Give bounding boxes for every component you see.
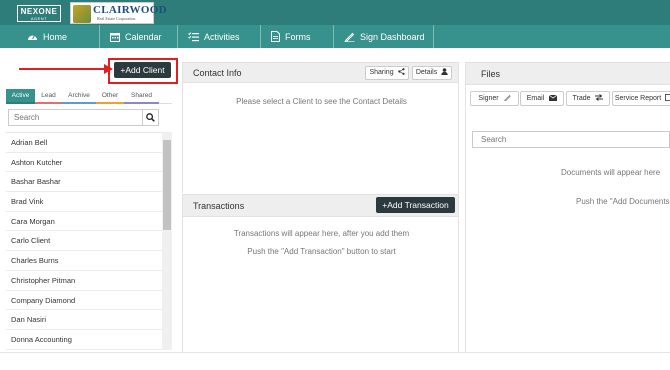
client-list-item[interactable]: Christopher Pitman xyxy=(6,271,162,291)
files-empty-line1: Documents will appear here xyxy=(561,168,661,177)
nav-calendar-label: Calendar xyxy=(125,31,162,42)
sharing-label: Sharing xyxy=(369,69,394,76)
files-search-box xyxy=(472,131,670,148)
client-list-item[interactable]: Dan Nasiri xyxy=(6,310,162,330)
signer-button[interactable]: Signer xyxy=(470,91,519,106)
tab-shared[interactable]: Shared xyxy=(124,89,159,104)
email-label: Email xyxy=(526,95,545,102)
email-button[interactable]: Email xyxy=(520,91,564,106)
contact-placeholder: Please select a Client to see the Contac… xyxy=(236,97,407,106)
transactions-body: Transactions will appear here, after you… xyxy=(182,217,459,352)
client-search-box xyxy=(8,109,159,126)
top-header: NEXONE AGENT CLAIRWOOD Real Estate Corpo… xyxy=(0,0,670,25)
nav-activities[interactable]: Activities xyxy=(178,25,261,48)
tab-other[interactable]: Other xyxy=(96,89,124,104)
transactions-title: Transactions xyxy=(193,201,245,211)
nav-activities-label: Activities xyxy=(204,31,240,42)
add-client-button[interactable]: +Add Client xyxy=(114,62,171,78)
client-search-button[interactable] xyxy=(142,109,159,126)
nav-sign-dashboard[interactable]: Sign Dashboard xyxy=(334,25,434,48)
trade-label: Trade xyxy=(572,95,591,102)
service-report-button[interactable]: Service Report xyxy=(612,91,670,106)
client-list-item[interactable]: Carlo Client xyxy=(6,231,162,252)
tab-lead[interactable]: Lead xyxy=(35,89,62,104)
client-tabs: Active Lead Archive Other Shared xyxy=(6,89,172,104)
exchange-icon xyxy=(595,94,604,101)
files-panel-border xyxy=(465,62,466,352)
nexone-logo-sub: AGENT xyxy=(30,16,48,21)
client-list-item[interactable]: Ashton Kutcher xyxy=(6,153,162,173)
client-list-item[interactable]: Brad Vink xyxy=(6,192,162,212)
nav-forms[interactable]: Forms xyxy=(261,25,334,48)
document-icon xyxy=(271,31,280,42)
brokerage-subtitle: Real Estate Corporation xyxy=(97,16,136,21)
tab-active[interactable]: Active xyxy=(6,89,35,104)
client-list-scrollbar[interactable] xyxy=(162,132,172,350)
nexone-logo-text: NEXONE xyxy=(20,7,58,16)
share-icon xyxy=(397,68,405,75)
files-toolbar: Signer Email Trade Service Report xyxy=(470,91,670,107)
callout-arrow xyxy=(19,68,111,70)
dashboard-icon xyxy=(28,35,37,40)
app-window: NEXONE AGENT CLAIRWOOD Real Estate Corpo… xyxy=(0,0,670,370)
pen-icon xyxy=(503,95,511,102)
client-list-item[interactable]: Company Diamond xyxy=(6,291,162,311)
details-button[interactable]: Details xyxy=(412,66,452,80)
client-list: Adrian Bell Ashton Kutcher Bashar Bashar… xyxy=(6,132,162,350)
transactions-empty-line2: Push the "Add Transaction" button to sta… xyxy=(247,247,396,256)
contact-info-title: Contact Info xyxy=(193,68,242,78)
add-transaction-button[interactable]: +Add Transaction xyxy=(376,197,455,213)
trade-button[interactable]: Trade xyxy=(566,91,610,106)
nav-home-label: Home xyxy=(43,31,68,42)
search-icon xyxy=(146,113,155,122)
signer-label: Signer xyxy=(478,95,499,102)
client-list-item[interactable]: Donna Accounting xyxy=(6,330,162,350)
contact-info-header: Contact Info Sharing Details xyxy=(182,62,459,83)
client-list-item[interactable]: Charles Burns xyxy=(6,251,162,271)
client-search-input[interactable] xyxy=(9,110,158,125)
bottom-divider xyxy=(0,352,670,353)
pen-icon xyxy=(344,32,355,42)
brokerage-logo: CLAIRWOOD Real Estate Corporation xyxy=(70,2,167,24)
brokerage-name: CLAIRWOOD xyxy=(93,4,167,16)
files-header: Files xyxy=(465,62,670,85)
sharing-button[interactable]: Sharing xyxy=(365,66,409,80)
client-list-item[interactable]: Adrian Bell xyxy=(6,133,162,153)
scrollbar-thumb[interactable] xyxy=(163,140,171,230)
envelope-icon xyxy=(549,94,558,101)
tab-archive[interactable]: Archive xyxy=(62,89,96,104)
nav-calendar[interactable]: Calendar xyxy=(100,25,178,48)
files-empty-line2: Push the "Add Documents xyxy=(576,197,670,206)
contact-info-body: Please select a Client to see the Contac… xyxy=(182,83,459,193)
calendar-icon xyxy=(110,32,120,42)
crest-icon xyxy=(73,5,91,23)
main-nav: Home Calendar Activities Forms Sign Dash… xyxy=(0,25,670,48)
files-search-input[interactable] xyxy=(473,132,669,147)
client-list-item[interactable]: Bashar Bashar xyxy=(6,172,162,193)
user-icon xyxy=(441,68,448,75)
client-list-item[interactable]: Cara Morgan xyxy=(6,212,162,232)
nav-home[interactable]: Home xyxy=(0,25,100,48)
service-report-label: Service Report xyxy=(614,95,662,102)
files-title: Files xyxy=(481,69,501,79)
checklist-icon xyxy=(188,31,199,41)
nav-forms-label: Forms xyxy=(285,31,311,42)
nav-sign-label: Sign Dashboard xyxy=(360,31,425,42)
transactions-empty-line1: Transactions will appear here, after you… xyxy=(233,229,410,238)
report-icon xyxy=(665,94,670,101)
details-label: Details xyxy=(415,69,438,76)
nexone-logo[interactable]: NEXONE AGENT xyxy=(17,5,61,22)
